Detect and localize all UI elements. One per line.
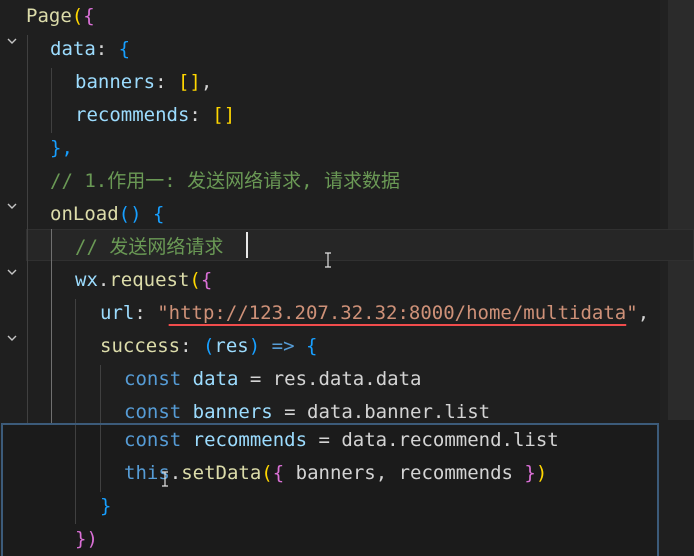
code-line[interactable]: // 1.作用一: 发送网络请求, 请求数据 — [50, 165, 400, 197]
code-token: = data.recommend.list — [307, 429, 559, 451]
code-token: { — [152, 203, 165, 225]
vertical-scrollbar-thumb[interactable] — [668, 0, 694, 420]
code-line[interactable]: } — [100, 490, 111, 522]
code-token: = res.data.data — [238, 368, 422, 390]
code-token: : — [155, 71, 178, 93]
code-token: Page — [26, 5, 72, 27]
code-token: banners — [75, 71, 156, 93]
code-token: : — [189, 104, 213, 126]
code-line[interactable]: // 发送网络请求 — [75, 231, 223, 263]
code-token: { — [272, 462, 285, 484]
text-cursor-icon — [160, 471, 170, 487]
code-token: () — [118, 203, 142, 225]
code-editor[interactable]: Page({ data: { banners: [], recommends: … — [0, 0, 694, 556]
code-token: }, — [50, 137, 73, 159]
chevron-down-icon[interactable] — [6, 35, 18, 47]
code-token: ) — [535, 462, 548, 484]
chevron-down-icon[interactable] — [6, 266, 18, 278]
code-token: [] — [212, 104, 236, 126]
code-line[interactable]: data: { — [50, 33, 130, 65]
code-token: { — [83, 5, 95, 27]
code-token: }) — [75, 528, 98, 550]
code-token: data — [50, 38, 96, 60]
code-token: const — [124, 401, 182, 423]
code-comment: // 1.作用一: 发送网络请求, 请求数据 — [50, 170, 400, 192]
code-line[interactable]: success: (res) => { — [100, 330, 317, 362]
code-token: const — [124, 368, 182, 390]
code-token: ( — [189, 269, 201, 291]
code-line[interactable]: const data = res.data.data — [124, 363, 421, 395]
code-token: { — [118, 38, 131, 60]
indent-guide — [75, 425, 76, 524]
code-token: res — [214, 335, 249, 357]
code-token: setData — [181, 462, 262, 484]
indent-guide — [51, 68, 52, 133]
code-token: " — [157, 302, 169, 324]
code-line[interactable]: const recommends = data.recommend.list — [124, 424, 559, 456]
code-token: ( — [261, 462, 273, 484]
code-line[interactable]: this.setData({ banners, recommends }) — [124, 457, 547, 489]
code-line[interactable]: onLoad() { — [50, 198, 164, 230]
code-token: " — [626, 302, 638, 324]
code-token: { — [200, 269, 213, 291]
code-token: banners — [192, 401, 273, 423]
indent-guide — [100, 425, 101, 492]
code-token: recommends — [75, 104, 190, 126]
code-token: = data.banner.list — [272, 401, 491, 423]
code-token: [] — [177, 71, 201, 93]
text-cursor-icon — [323, 252, 333, 268]
code-token: url — [100, 302, 135, 324]
code-token: => — [260, 335, 306, 357]
code-token: , — [200, 71, 213, 93]
code-token: . — [169, 462, 182, 484]
code-token: ( — [202, 335, 215, 357]
code-line[interactable]: wx.request({ — [75, 264, 212, 296]
chevron-down-icon[interactable] — [6, 200, 18, 212]
code-token: . — [97, 269, 110, 291]
chevron-down-icon[interactable] — [6, 332, 18, 344]
code-token: : — [180, 335, 203, 357]
code-token: } — [524, 462, 536, 484]
code-token: banners, recommends — [284, 462, 525, 484]
code-token: { — [305, 335, 318, 357]
code-line[interactable]: banners: [], — [75, 66, 212, 98]
code-token: : — [95, 38, 119, 60]
code-token: ) — [248, 335, 261, 357]
code-token: , — [637, 302, 650, 324]
code-token: recommends — [192, 429, 308, 451]
text-caret — [246, 232, 248, 258]
code-token: onLoad — [50, 203, 119, 225]
code-token: wx — [75, 269, 98, 291]
code-token: } — [100, 495, 112, 517]
code-line[interactable]: recommends: [] — [75, 99, 235, 131]
code-line[interactable]: Page({ — [26, 0, 95, 32]
code-line[interactable]: url: "http://123.207.32.32:8000/home/mul… — [100, 297, 649, 329]
code-comment: // 发送网络请求 — [75, 236, 224, 258]
url-link[interactable]: http://123.207.32.32:8000/home/multidata — [169, 302, 627, 324]
code-line[interactable]: }, — [50, 132, 73, 164]
code-token: ( — [71, 5, 84, 27]
code-token: success — [100, 335, 181, 357]
code-token: const — [124, 429, 182, 451]
code-line[interactable]: }) — [75, 523, 98, 555]
code-token: data — [192, 368, 239, 390]
code-token: : — [134, 302, 158, 324]
code-token: request — [109, 269, 190, 291]
